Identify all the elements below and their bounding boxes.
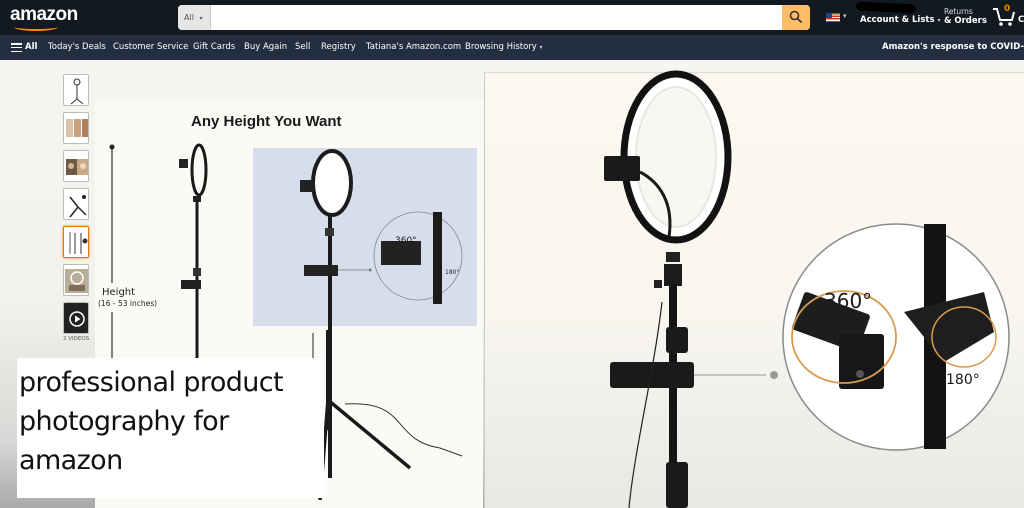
search-icon [789,10,803,24]
thumbnail-5-selected[interactable] [63,226,89,258]
rotation-180-label: 180° [946,372,980,388]
thumbnail-1[interactable] [63,74,89,106]
nav-bar: All Today's Deals Customer Service Gift … [0,35,1024,60]
top-header: amazon All ▾ ▾ Account & Lists ▾ Returns… [0,0,1024,35]
use-scene-icon [65,269,88,293]
play-icon [69,311,85,327]
phone-clip-icon [304,265,338,276]
nav-tatianas-amazon[interactable]: Tatiana's Amazon.com [366,42,461,52]
nav-all[interactable]: All [25,42,37,52]
cart-label[interactable]: C [1018,15,1024,25]
account-lists-label: Account & Lists [860,15,935,25]
hamburger-menu-icon[interactable] [11,43,22,54]
chevron-down-icon: ▾ [937,17,941,24]
phone-holder-top-icon [604,156,640,181]
tripod-legs [318,330,463,501]
browsing-history-label: Browsing History [465,42,537,52]
thumbnail-4[interactable] [63,188,89,220]
search-bar: All ▾ [178,5,810,30]
thumbnail-2[interactable] [63,112,89,144]
ring-light-icon [311,149,353,217]
zoom-ring-light-illustration: 360° 180° [604,70,1010,508]
height-range: (16 - 53 inches) [98,299,158,308]
cart-count: 0 [1004,4,1011,14]
nav-buy-again[interactable]: Buy Again [244,42,287,52]
height-label: Height [102,287,136,298]
orders-label[interactable]: & Orders [944,16,987,26]
nav-sell[interactable]: Sell [295,42,310,52]
thumbnail-3[interactable] [63,150,89,182]
chevron-down-icon: ▾ [539,44,543,51]
nav-gift-cards[interactable]: Gift Cards [193,42,235,52]
ring-light-small-icon [190,143,208,197]
caption-text: professional product photography for ama… [19,367,284,476]
height-diagram-icon [69,232,88,254]
rotation-360-small: 360° [395,236,417,246]
covid-response-link[interactable]: Amazon's response to COVID- [882,42,1024,52]
nav-browsing-history[interactable]: Browsing History ▾ [465,42,543,52]
nav-registry[interactable]: Registry [321,42,356,52]
search-button[interactable] [782,5,810,30]
videos-count-label: 2 VIDEOS [63,336,90,342]
tripod-legs-icon [69,195,87,218]
thumbnail-video[interactable] [63,302,89,334]
chevron-down-icon: ▾ [843,12,847,20]
search-input[interactable] [211,5,783,30]
nav-todays-deals[interactable]: Today's Deals [48,42,106,52]
portrait-comparison-icon [66,159,88,175]
account-lists-menu[interactable]: Account & Lists ▾ [860,15,941,25]
search-category-label: All [184,13,194,22]
tripod-thumbnail-icon [70,78,84,105]
rotation-180-small: 180° [445,269,459,276]
rotation-360-label: 360° [824,289,872,313]
chevron-down-icon: ▾ [199,15,203,22]
nav-customer-service[interactable]: Customer Service [113,42,188,52]
search-category-select[interactable]: All ▾ [178,5,211,30]
lighting-comparison-icon [66,119,88,137]
returns-label[interactable]: Returns [944,7,973,16]
redacted-username [855,1,917,14]
thumbnail-6[interactable] [63,264,89,296]
logo-smile-icon [14,23,58,31]
us-flag-icon[interactable] [826,13,840,22]
